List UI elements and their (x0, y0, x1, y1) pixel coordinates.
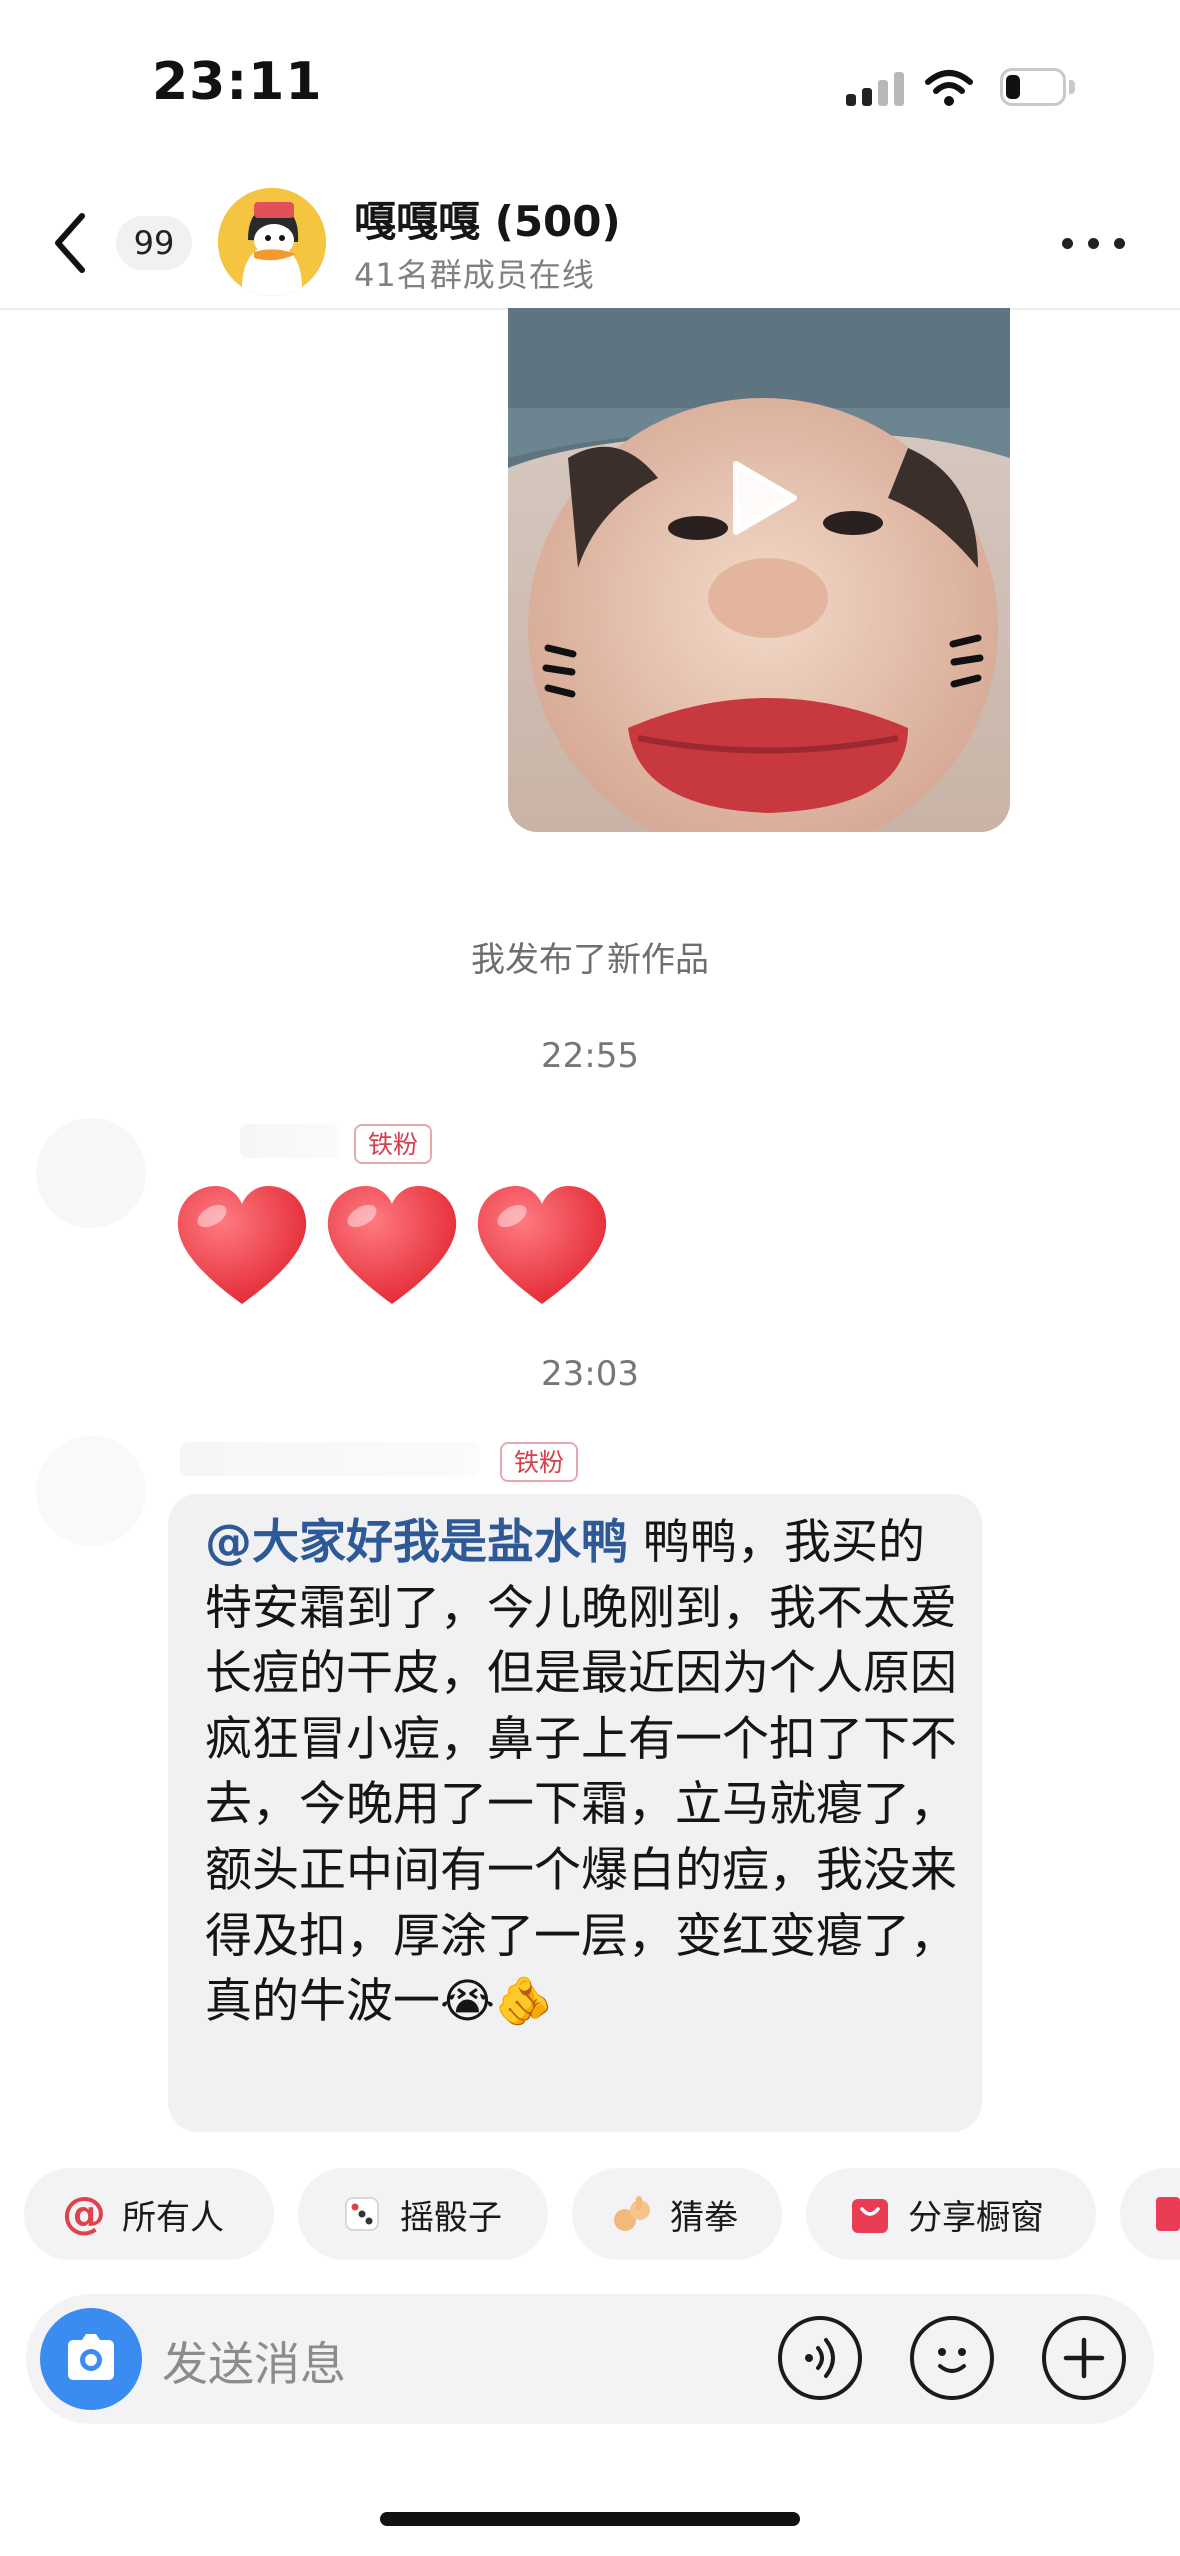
message-input[interactable]: 发送消息 (162, 2328, 346, 2394)
heart-emoji-icon (327, 1186, 457, 1304)
fan-badge: 铁粉 (500, 1442, 579, 1482)
emoji-button[interactable] (910, 2316, 994, 2400)
cellular-signal-icon (846, 70, 908, 106)
sender-avatar[interactable] (36, 1118, 146, 1228)
quick-action-share-shop[interactable]: 分享橱窗 (806, 2168, 1096, 2260)
plus-icon (1063, 2337, 1105, 2379)
camera-button[interactable] (40, 2308, 142, 2410)
duck-avatar-icon (218, 188, 326, 296)
heart-emoji-icon (477, 1186, 607, 1304)
wifi-icon (925, 70, 973, 106)
sender-name (180, 1442, 480, 1476)
play-icon[interactable] (722, 458, 802, 538)
mention-link[interactable]: @大家好我是盐水鸭 (205, 1515, 628, 1570)
status-time: 23:11 (152, 52, 323, 112)
dice-icon (338, 2190, 386, 2238)
chip-label: 猜拳 (670, 2197, 738, 2238)
voice-input-button[interactable] (778, 2316, 862, 2400)
smiley-icon (938, 2348, 966, 2373)
back-button[interactable] (42, 206, 102, 280)
system-notice[interactable]: 我发布了新作品 (0, 932, 1180, 981)
unread-count-badge[interactable]: 99 (116, 216, 192, 270)
more-options-button[interactable] (1062, 226, 1128, 260)
video-thumbnail-image (508, 308, 1010, 832)
message-body: 鸭鸭，我买的特安霜到了，今儿晚刚到，我不太爱长痘的干皮，但是最近因为个人原因疯狂… (205, 1515, 957, 2030)
shop-window-icon (846, 2190, 894, 2238)
more-actions-button[interactable] (1042, 2316, 1126, 2400)
chip-label: 所有人 (122, 2197, 224, 2238)
video-message-thumbnail[interactable] (508, 308, 1010, 832)
battery-icon (1000, 68, 1076, 108)
chip-label: 分享橱窗 (908, 2197, 1044, 2238)
quick-action-mention-all[interactable]: @ 所有人 (24, 2168, 274, 2260)
group-avatar[interactable] (218, 188, 326, 296)
sender-name (240, 1124, 340, 1158)
quick-action-rock-paper-scissors[interactable]: 猜拳 (572, 2168, 782, 2260)
home-indicator (380, 2512, 800, 2526)
fan-badge: 铁粉 (354, 1124, 433, 1164)
online-member-count: 41名群成员在线 (354, 256, 595, 294)
quick-action-dice[interactable]: 摇骰子 (298, 2168, 548, 2260)
camera-icon (68, 2334, 114, 2380)
at-icon: @ (62, 2188, 106, 2239)
heart-emoji-icon (177, 1186, 307, 1304)
timestamp-separator: 22:55 (541, 1036, 639, 1076)
gift-icon (1156, 2190, 1180, 2238)
timestamp-separator: 23:03 (541, 1354, 639, 1394)
chip-label: 摇骰子 (400, 2197, 502, 2238)
sender-avatar[interactable] (36, 1436, 146, 1546)
rock-paper-scissors-icon (608, 2190, 656, 2238)
group-name[interactable]: 嘎嘎嘎 (500) (354, 188, 621, 249)
voice-icon (805, 2338, 835, 2378)
message-text: @大家好我是盐水鸭 鸭鸭，我买的特安霜到了，今儿晚刚到，我不太爱长痘的干皮，但是… (205, 1510, 965, 2035)
quick-action-overflow[interactable] (1120, 2168, 1180, 2260)
